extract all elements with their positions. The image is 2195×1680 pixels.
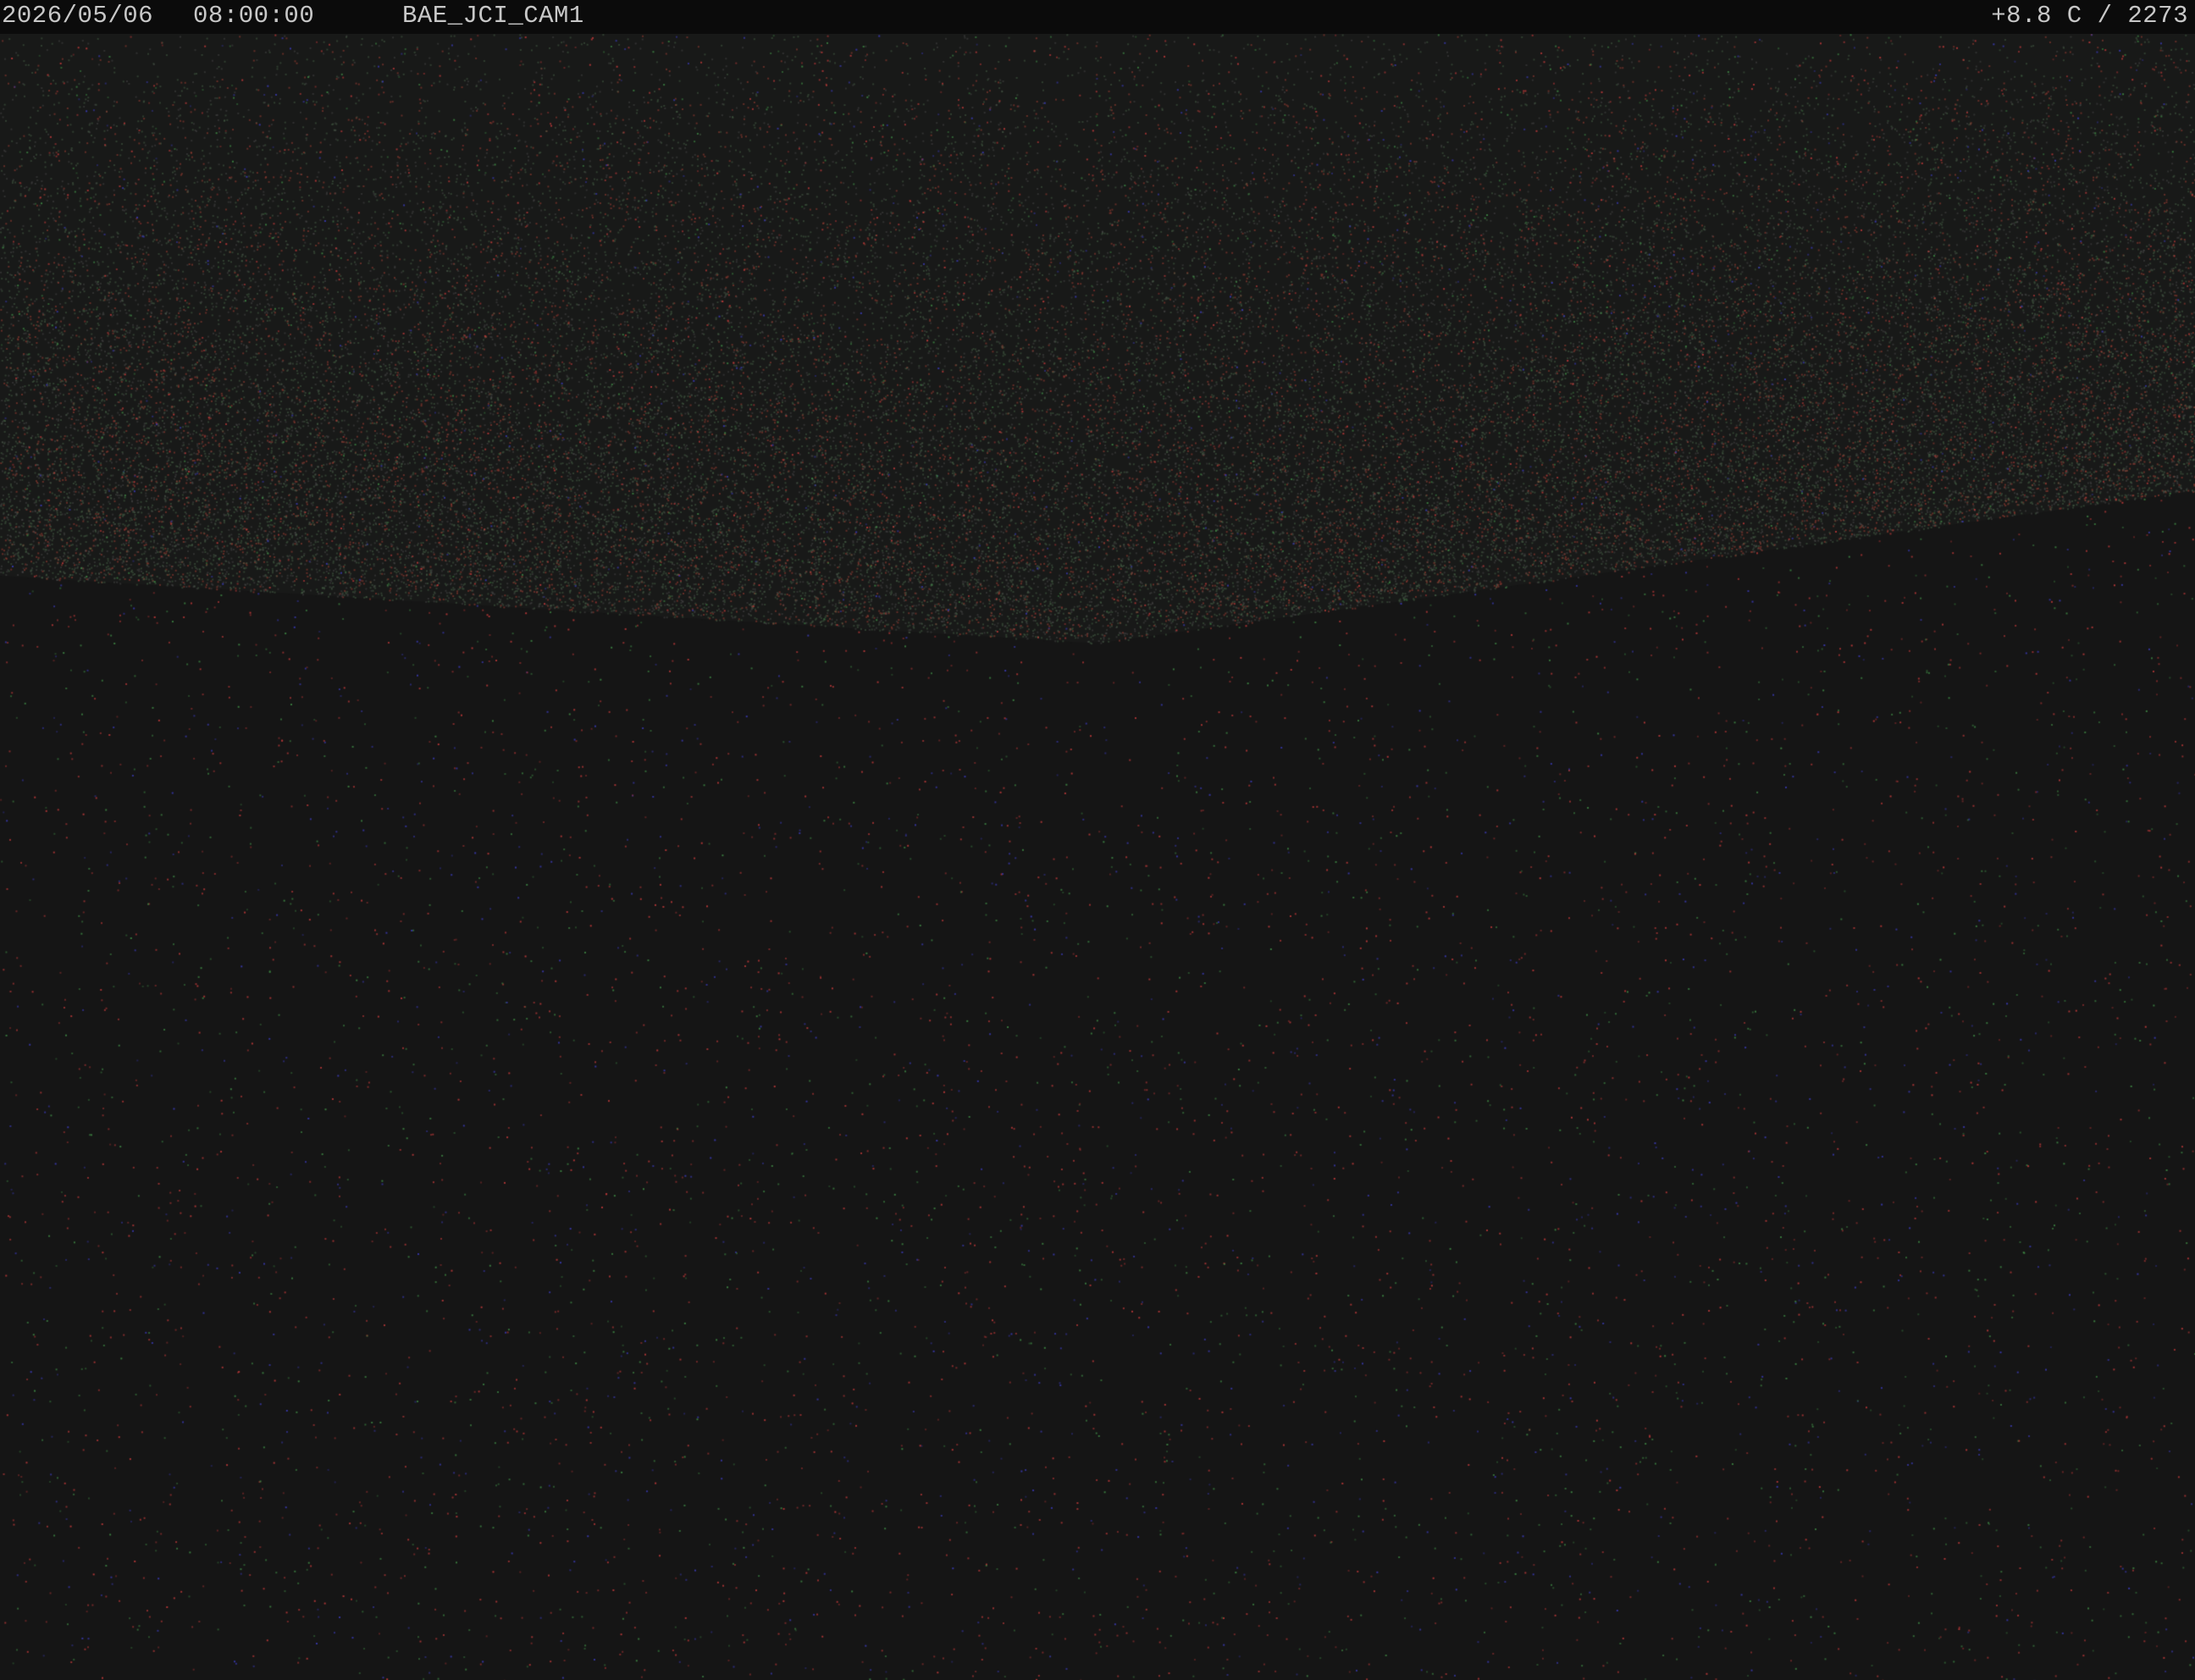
osd-time: 08:00:00 <box>193 2 315 30</box>
osd-temperature-reading: +8.8 C / 2273 <box>1991 2 2188 30</box>
osd-camera-name: BAE_JCI_CAM1 <box>402 2 584 30</box>
night-sky-image <box>0 34 2195 1680</box>
osd-date: 2026/05/06 <box>2 2 154 30</box>
osd-overlay-bar: 2026/05/06 08:00:00 BAE_JCI_CAM1 +8.8 C … <box>0 0 2195 34</box>
camera-frame: 2026/05/06 08:00:00 BAE_JCI_CAM1 +8.8 C … <box>0 0 2195 1680</box>
